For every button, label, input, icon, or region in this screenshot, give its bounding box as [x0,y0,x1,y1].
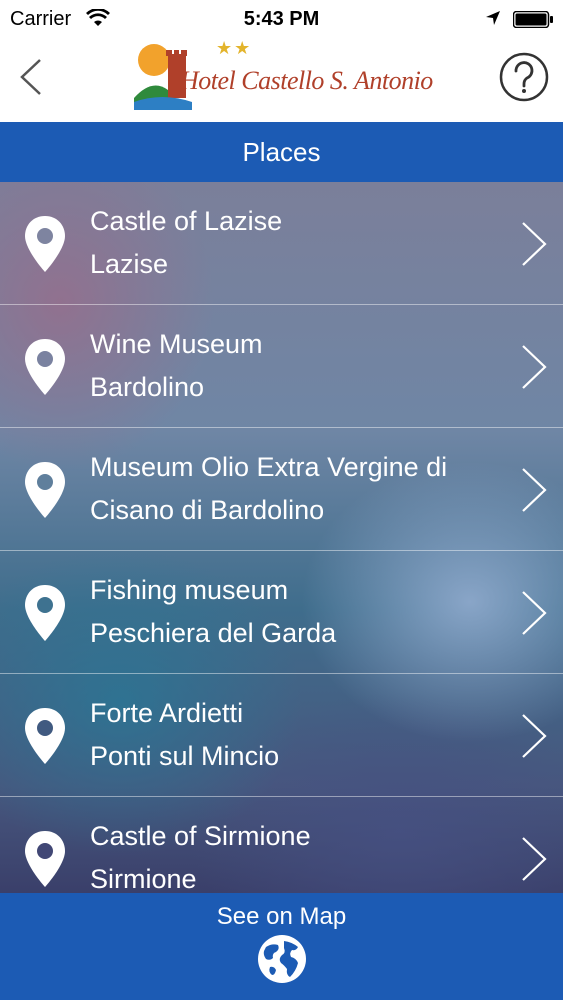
place-name: Museum Olio Extra Vergine di [90,452,448,482]
location-pin-icon [25,462,65,518]
location-arrow-icon [486,11,500,25]
place-row-fishing-museum[interactable]: Fishing museum Peschiera del Garda [0,551,563,674]
chevron-right-icon [522,468,547,512]
see-on-map-label: See on Map [216,903,347,930]
status-bar: Carrier 5:43 PM [0,0,563,40]
place-row-museum-olio[interactable]: Museum Olio Extra Vergine di Cisano di B… [0,428,563,551]
see-on-map-button[interactable]: See on Map [0,893,563,1000]
place-town: Peschiera del Garda [90,618,337,648]
location-pin-icon [25,831,65,887]
location-pin-icon [25,585,65,641]
place-town: Lazise [90,249,169,279]
chevron-right-icon [522,837,547,881]
chevron-right-icon [522,222,547,266]
clock: 5:43 PM [243,8,320,30]
rating-stars: ★★ [216,38,253,58]
help-button[interactable] [499,52,549,102]
place-town: Cisano di Bardolino [90,495,325,525]
place-name: Fishing museum [90,575,289,605]
place-name: Wine Museum [90,329,263,359]
back-button[interactable] [14,52,54,102]
place-row-wine-museum[interactable]: Wine Museum Bardolino [0,305,563,428]
battery-icon [513,11,553,28]
place-row-forte-ardietti[interactable]: Forte Ardietti Ponti sul Mincio [0,674,563,797]
location-pin-icon [25,216,65,272]
logo-text: Hotel Castello S. Antonio [180,66,433,95]
place-town: Bardolino [90,372,205,402]
page-title: Places [242,136,321,167]
place-town: Ponti sul Mincio [90,741,280,771]
location-pin-icon [25,708,65,764]
place-name: Forte Ardietti [90,698,244,728]
place-row-castle-of-lazise[interactable]: Castle of Lazise Lazise [0,182,563,305]
hotel-logo: ★★ Hotel Castello S. Antonio [132,38,434,120]
place-row-castle-of-sirmione[interactable]: Castle of Sirmione Sirmione [0,797,563,893]
places-list: Castle of Lazise Lazise Wine Museum Bard… [0,182,563,893]
chevron-right-icon [522,591,547,635]
place-name: Castle of Sirmione [90,821,311,851]
place-name: Castle of Lazise [90,206,283,236]
chevron-right-icon [522,714,547,758]
place-town: Sirmione [90,864,197,893]
globe-icon [258,935,306,983]
app-header: ★★ Hotel Castello S. Antonio [0,38,563,122]
section-title-bar: Places [0,122,563,182]
location-pin-icon [25,339,65,395]
chevron-right-icon [522,345,547,389]
